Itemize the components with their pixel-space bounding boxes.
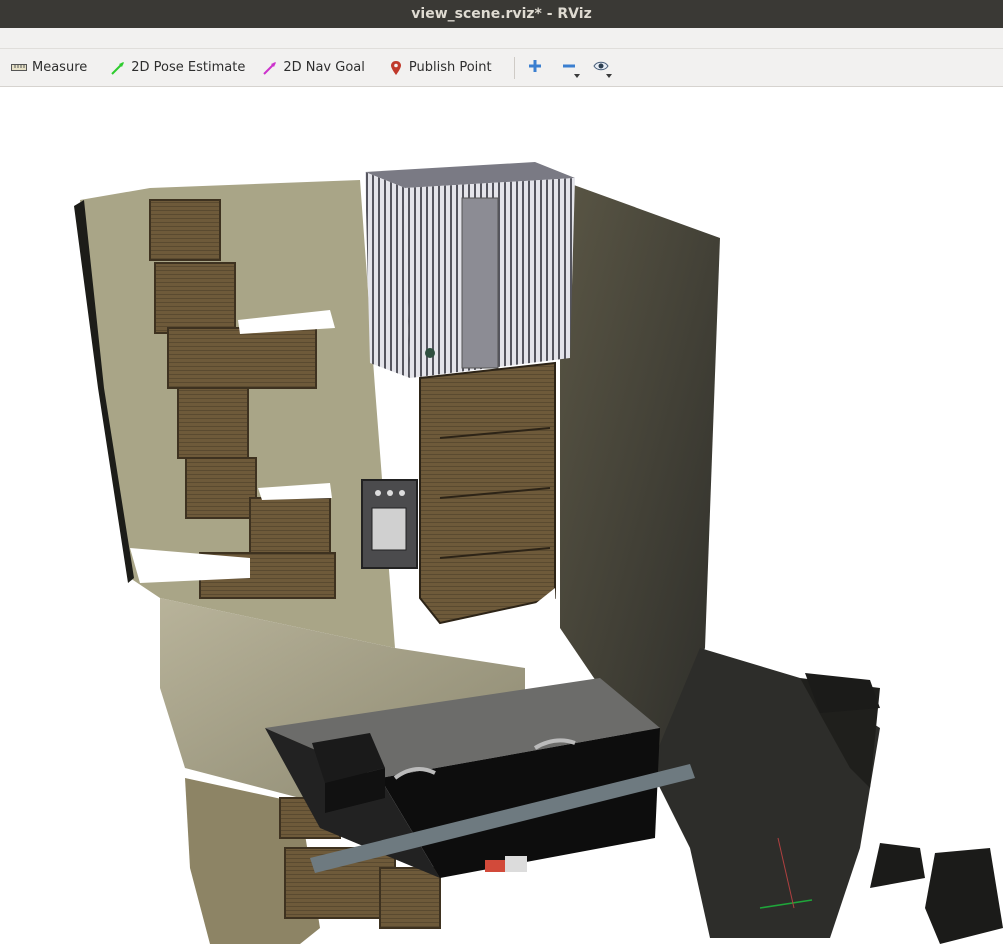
map-pin-icon — [387, 59, 405, 77]
upper-cabinet-1 — [149, 199, 221, 261]
tool-toolbar: Measure 2D Pose Estimate 2D Nav Goal Pub… — [0, 49, 1003, 87]
remove-tool-button[interactable] — [555, 53, 583, 83]
measure-label: Measure — [32, 60, 88, 75]
nav-goal-label: 2D Nav Goal — [283, 60, 365, 75]
plus-icon — [528, 59, 542, 77]
window-title: view_scene.rviz* - RViz — [411, 6, 592, 22]
tall-cabinet-panel — [461, 197, 499, 369]
nav-goal-tool-button[interactable]: 2D Nav Goal — [253, 53, 373, 83]
pose-estimate-label: 2D Pose Estimate — [131, 60, 246, 75]
oven-window — [371, 507, 407, 551]
lower-cabinet-2 — [185, 457, 257, 519]
add-tool-button[interactable] — [521, 53, 549, 83]
magenta-arrow-icon — [261, 59, 279, 77]
chevron-down-icon — [605, 73, 612, 78]
measure-tool-button[interactable]: Measure — [2, 53, 95, 83]
lower-cabinet-3 — [249, 497, 331, 554]
menubar — [0, 28, 1003, 49]
window-titlebar: view_scene.rviz* - RViz — [0, 0, 1003, 28]
upper-cabinet-2 — [154, 262, 236, 334]
tall-cabinet-front — [365, 172, 410, 378]
view-tool-button[interactable] — [587, 53, 615, 83]
ruler-icon — [10, 59, 28, 77]
pose-estimate-tool-button[interactable]: 2D Pose Estimate — [101, 53, 253, 83]
3d-render-viewport[interactable] — [0, 88, 1003, 944]
kitchen-pointcloud-scene — [74, 162, 1003, 944]
publish-point-label: Publish Point — [408, 60, 492, 75]
tall-cabinet-knob — [425, 348, 435, 358]
red-part — [485, 860, 505, 872]
upper-cabinet-3 — [167, 327, 317, 389]
toolbar-separator — [513, 56, 515, 79]
publish-point-tool-button[interactable]: Publish Point — [379, 53, 500, 83]
front-cabinet-door-3 — [379, 867, 441, 929]
chevron-down-icon — [573, 73, 580, 78]
green-arrow-icon — [109, 59, 127, 77]
lower-cabinet-1 — [177, 387, 249, 459]
